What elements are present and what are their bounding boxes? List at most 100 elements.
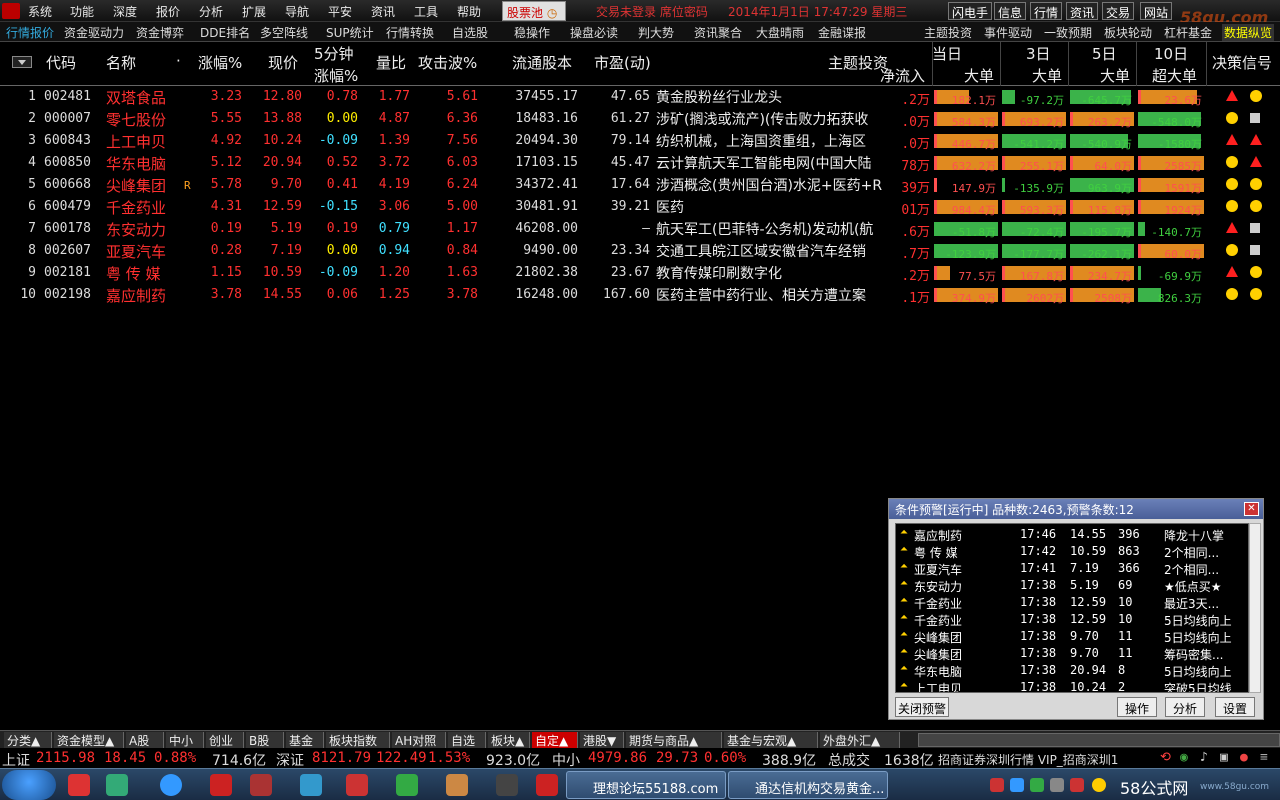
news-button[interactable]: 资讯 xyxy=(1066,2,1099,20)
tab-quote-switch[interactable]: 行情转换 xyxy=(386,24,434,41)
alert-row[interactable]: ⏶ 上工申贝 17:38 10.24 2 突破5日均线 xyxy=(896,679,1248,692)
alert-row[interactable]: ⏶ 千金药业 17:38 12.59 10 最近3天... xyxy=(896,594,1248,611)
tab-quote[interactable]: 行情报价 xyxy=(6,24,54,41)
trade-button[interactable]: 交易 xyxy=(1102,2,1135,20)
table-row[interactable]: 8 002607 亚夏汽车 0.28 7.19 0.00 0.94 0.84 9490.00 23… xyxy=(0,240,1280,262)
column-menu-icon[interactable] xyxy=(12,56,32,68)
market-tab[interactable]: 分类▲ xyxy=(4,732,52,748)
menu-analysis[interactable]: 分析 xyxy=(199,3,223,20)
header-5min-top[interactable]: 5分钟 xyxy=(314,43,354,64)
tab-sector-rotation[interactable]: 板块轮动 xyxy=(1104,24,1152,41)
header-pe[interactable]: 市盈(动) xyxy=(594,52,651,73)
header-volume-ratio[interactable]: 量比 xyxy=(376,52,406,73)
operate-button[interactable]: 操作 xyxy=(1117,697,1157,717)
market-tab[interactable]: 外盘外汇▲ xyxy=(820,732,900,748)
app-quicklaunch-icon[interactable] xyxy=(106,774,128,796)
market-tab[interactable]: 基金与宏观▲ xyxy=(724,732,818,748)
table-row[interactable]: 3 600843 上工申贝 4.92 10.24 -0.09 1.39 7.56 20494.3… xyxy=(0,130,1280,152)
alert-row[interactable]: ⏶ 华东电脑 17:38 20.94 8 5日均线向上 xyxy=(896,662,1248,679)
alert-row[interactable]: ⏶ 千金药业 17:38 12.59 10 5日均线向上 xyxy=(896,611,1248,628)
tab-steady[interactable]: 稳操作 xyxy=(514,24,550,41)
header-10day-super[interactable]: 超大单 xyxy=(1152,65,1197,86)
market-tab[interactable]: 板块指数 xyxy=(326,732,390,748)
market-tab[interactable]: 创业 xyxy=(206,732,244,748)
tab-sup-stat[interactable]: SUP统计 xyxy=(326,24,374,41)
task-tdx[interactable]: 通达信机构交易黄金... xyxy=(728,771,888,799)
alert-scrollbar[interactable] xyxy=(1249,523,1261,693)
tray-icon[interactable] xyxy=(1010,778,1024,792)
quote-button[interactable]: 行情 xyxy=(1030,2,1063,20)
tray-icon[interactable] xyxy=(1030,778,1044,792)
task-forum[interactable]: 理想论坛55188.com xyxy=(566,771,726,799)
header-5min-bottom[interactable]: 涨幅% xyxy=(314,65,358,86)
header-today-big[interactable]: 大单 xyxy=(964,65,994,86)
tab-watchlist[interactable]: 自选股 xyxy=(452,24,488,41)
connection-icon[interactable]: ◉ xyxy=(1180,750,1188,765)
market-tab[interactable]: AH对照 xyxy=(392,732,446,748)
header-topic[interactable]: 主题投资 xyxy=(828,52,888,73)
market-tab[interactable]: 港股▼ xyxy=(580,732,624,748)
alert-row[interactable]: ⏶ 尖峰集团 17:38 9.70 11 筹码密集... xyxy=(896,645,1248,662)
header-float-cap[interactable]: 流通股本 xyxy=(512,52,572,73)
alert-row[interactable]: ⏶ 嘉应制药 17:46 14.55 396 降龙十八掌 xyxy=(896,526,1248,543)
tray-icon[interactable] xyxy=(990,778,1004,792)
app-quicklaunch-icon[interactable] xyxy=(396,774,418,796)
table-row[interactable]: 2 000007 零七股份 5.55 13.88 0.00 4.87 6.36 18483.16… xyxy=(0,108,1280,130)
close-alert-button[interactable]: 关闭预警 xyxy=(895,697,949,717)
header-signal[interactable]: 决策信号 xyxy=(1212,52,1272,73)
tab-consensus[interactable]: 一致预期 xyxy=(1044,24,1092,41)
tab-theme-invest[interactable]: 主题投资 xyxy=(924,24,972,41)
ie-browser-icon[interactable] xyxy=(160,774,182,796)
app-quicklaunch-icon[interactable] xyxy=(300,774,322,796)
table-row[interactable]: 5 600668 尖峰集团 R 5.78 9.70 0.41 4.19 6.24 34372.41… xyxy=(0,174,1280,196)
table-row[interactable]: 1 002481 双塔食品 3.23 12.80 0.78 1.77 5.61 37455.17… xyxy=(0,86,1280,108)
tab-fund-drive[interactable]: 资金驱动力 xyxy=(64,24,124,41)
speaker-icon[interactable]: ♪ xyxy=(1200,750,1208,765)
table-row[interactable]: 6 600479 千金药业 4.31 12.59 -0.15 3.06 5.00 30481.9… xyxy=(0,196,1280,218)
table-row[interactable]: 10 002198 嘉应制药 3.78 14.55 0.06 1.25 3.78 16248.0… xyxy=(0,284,1280,306)
tab-trend[interactable]: 判大势 xyxy=(638,24,674,41)
header-net-inflow[interactable]: 净流入 xyxy=(880,65,925,86)
info-button[interactable]: 信息 xyxy=(994,2,1027,20)
market-tab[interactable]: B股 xyxy=(246,732,284,748)
start-button[interactable] xyxy=(2,770,56,800)
app-quicklaunch-icon[interactable] xyxy=(250,774,272,796)
menu-pingan[interactable]: 平安 xyxy=(328,3,352,20)
app-quicklaunch-icon[interactable] xyxy=(68,774,90,796)
alert-list[interactable]: ⏶ 嘉应制药 17:46 14.55 396 降龙十八掌 ⏶ 粤 传 媒 17:42 10.59 8… xyxy=(895,523,1249,693)
menu-depth[interactable]: 深度 xyxy=(113,3,137,20)
table-row[interactable]: 7 600178 东安动力 0.19 5.19 0.19 0.79 1.17 46208.00 –… xyxy=(0,218,1280,240)
tab-data-overview[interactable]: 数据纵览 xyxy=(1222,24,1275,41)
header-5day[interactable]: 5日 xyxy=(1092,43,1117,64)
lock-icon[interactable]: ▣ xyxy=(1220,750,1228,765)
header-price[interactable]: 现价 xyxy=(268,52,298,73)
header-3day-big[interactable]: 大单 xyxy=(1032,65,1062,86)
menu-function[interactable]: 功能 xyxy=(70,3,94,20)
table-row[interactable]: 9 002181 粤 传 媒 1.15 10.59 -0.09 1.20 1.63 21802.… xyxy=(0,262,1280,284)
app-quicklaunch-icon[interactable] xyxy=(346,774,368,796)
menu-tools[interactable]: 工具 xyxy=(414,3,438,20)
settings-button[interactable]: 设置 xyxy=(1215,697,1255,717)
app-quicklaunch-icon[interactable] xyxy=(536,774,558,796)
menu-help[interactable]: 帮助 xyxy=(457,3,481,20)
tab-market-weather[interactable]: 大盘晴雨 xyxy=(756,24,804,41)
tab-fund-game[interactable]: 资金博弈 xyxy=(136,24,184,41)
app-quicklaunch-icon[interactable] xyxy=(496,774,518,796)
tray-icon[interactable] xyxy=(1070,778,1084,792)
tab-news-agg[interactable]: 资讯聚合 xyxy=(694,24,742,41)
alert-row[interactable]: ⏶ 粤 传 媒 17:42 10.59 863 2个相同... xyxy=(896,543,1248,560)
tab-dde-rank[interactable]: DDE排名 xyxy=(200,24,250,41)
website-button[interactable]: 网站 xyxy=(1140,2,1173,20)
menu-navigate[interactable]: 导航 xyxy=(285,3,309,20)
tray-icon[interactable] xyxy=(1092,778,1106,792)
market-tab[interactable]: 资金模型▲ xyxy=(54,732,124,748)
table-row[interactable]: 4 600850 华东电脑 5.12 20.94 0.52 3.72 6.03 17103.15… xyxy=(0,152,1280,174)
market-tab[interactable]: A股 xyxy=(126,732,164,748)
menu-system[interactable]: 系统 xyxy=(28,3,52,20)
market-tab[interactable]: 基金 xyxy=(286,732,324,748)
header-code[interactable]: 代码 xyxy=(46,52,76,73)
market-tab[interactable]: 板块▲ xyxy=(488,732,530,748)
alert-row[interactable]: ⏶ 尖峰集团 17:38 9.70 11 5日均线向上 xyxy=(896,628,1248,645)
menu-extend[interactable]: 扩展 xyxy=(242,3,266,20)
header-5day-big[interactable]: 大单 xyxy=(1100,65,1130,86)
